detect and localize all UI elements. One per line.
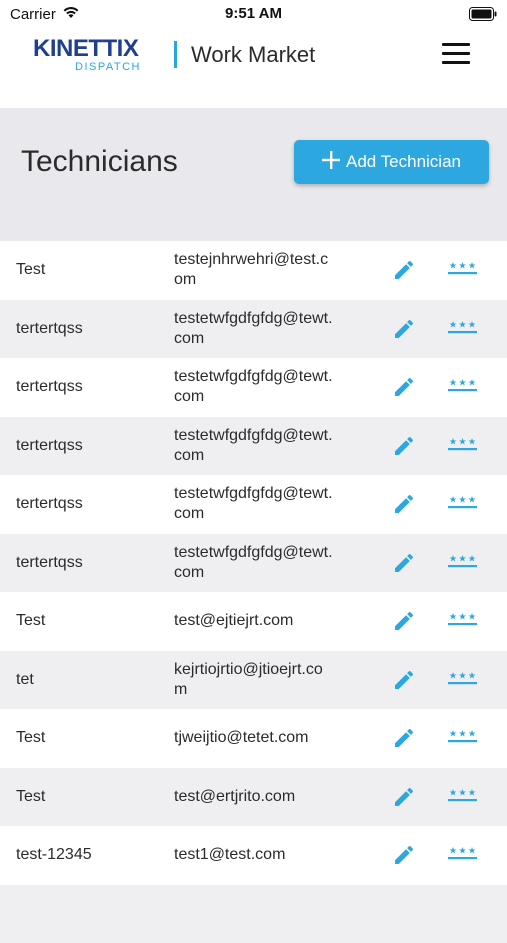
pencil-icon[interactable] [392,434,416,458]
password-asterisks-icon[interactable] [448,610,477,632]
pencil-icon[interactable] [392,317,416,341]
technician-name: tertertqss [16,534,83,593]
technician-list: Test testejnhrwehri@test.com tertertqss tes… [0,241,507,943]
technician-email: testetwfgdfgfdg@tewt.com [174,417,334,476]
technician-row: tertertqss testetwfgdfgfdg@tewt.com [0,475,507,534]
technician-row: tertertqss testetwfgdfgfdg@tewt.com [0,358,507,417]
pencil-icon[interactable] [392,609,416,633]
technician-email: testejnhrwehri@test.com [174,241,334,300]
password-asterisks-icon[interactable] [448,844,477,866]
header-title: Work Market [191,41,315,69]
password-asterisks-icon[interactable] [448,435,477,457]
hamburger-menu-icon[interactable] [442,43,471,65]
technician-email: testetwfgdfgfdg@tewt.com [174,534,334,593]
logo-wordmark: KINETTIX [33,36,138,62]
technician-row: Test test@ejtiejrt.com [0,592,507,651]
technician-email: testetwfgdfgfdg@tewt.com [174,300,334,359]
kinettix-logo: KINETTIX DISPATCH [33,36,158,76]
password-asterisks-icon[interactable] [448,727,477,749]
technician-email: test@ertjrito.com [174,768,334,827]
technician-email: test@ejtiejrt.com [174,592,334,651]
pencil-icon[interactable] [392,726,416,750]
technician-email: testetwfgdfgfdg@tewt.com [174,475,334,534]
password-asterisks-icon[interactable] [448,493,477,515]
plus-icon [322,151,340,174]
title-band: Technicians Add Technician [0,108,507,241]
header-divider [174,41,177,68]
technician-name: Test [16,709,45,768]
pencil-icon[interactable] [392,492,416,516]
technician-name: tertertqss [16,417,83,476]
technician-row: Test test@ertjrito.com [0,768,507,827]
page-title: Technicians [21,144,178,180]
add-technician-button[interactable]: Add Technician [294,140,489,184]
password-asterisks-icon[interactable] [448,669,477,691]
technician-row: tet kejrtiojrtio@jtioejrt.com [0,651,507,710]
add-technician-label: Add Technician [346,152,461,172]
technician-email: kejrtiojrtio@jtioejrt.com [174,651,334,710]
technician-name: tet [16,651,34,710]
password-asterisks-icon[interactable] [448,318,477,340]
technician-row: Test testejnhrwehri@test.com [0,241,507,300]
technician-name: Test [16,241,45,300]
technician-name: test-12345 [16,826,92,885]
technician-name: tertertqss [16,475,83,534]
technician-email: test1@test.com [174,826,334,885]
pencil-icon[interactable] [392,258,416,282]
technician-row: tertertqss testetwfgdfgfdg@tewt.com [0,417,507,476]
password-asterisks-icon[interactable] [448,552,477,574]
technician-row [0,885,507,943]
password-asterisks-icon[interactable] [448,376,477,398]
technician-email: testetwfgdfgfdg@tewt.com [174,358,334,417]
password-asterisks-icon[interactable] [448,786,477,808]
status-time: 9:51 AM [0,5,507,22]
technician-email: tjweijtio@tetet.com [174,709,334,768]
technician-name: tertertqss [16,358,83,417]
pencil-icon[interactable] [392,785,416,809]
pencil-icon[interactable] [392,375,416,399]
technician-row: tertertqss testetwfgdfgfdg@tewt.com [0,300,507,359]
technician-row: tertertqss testetwfgdfgfdg@tewt.com [0,534,507,593]
logo-subtitle: DISPATCH [75,60,141,74]
app-header: KINETTIX DISPATCH Work Market [0,28,507,108]
technician-name: Test [16,592,45,651]
technician-row: test-12345 test1@test.com [0,826,507,885]
password-asterisks-icon[interactable] [448,259,477,281]
technician-row: Test tjweijtio@tetet.com [0,709,507,768]
battery-icon [469,7,497,26]
pencil-icon[interactable] [392,668,416,692]
pencil-icon[interactable] [392,551,416,575]
technician-name: tertertqss [16,300,83,359]
technician-name: Test [16,768,45,827]
pencil-icon[interactable] [392,843,416,867]
status-bar: Carrier 9:51 AM [0,0,507,28]
